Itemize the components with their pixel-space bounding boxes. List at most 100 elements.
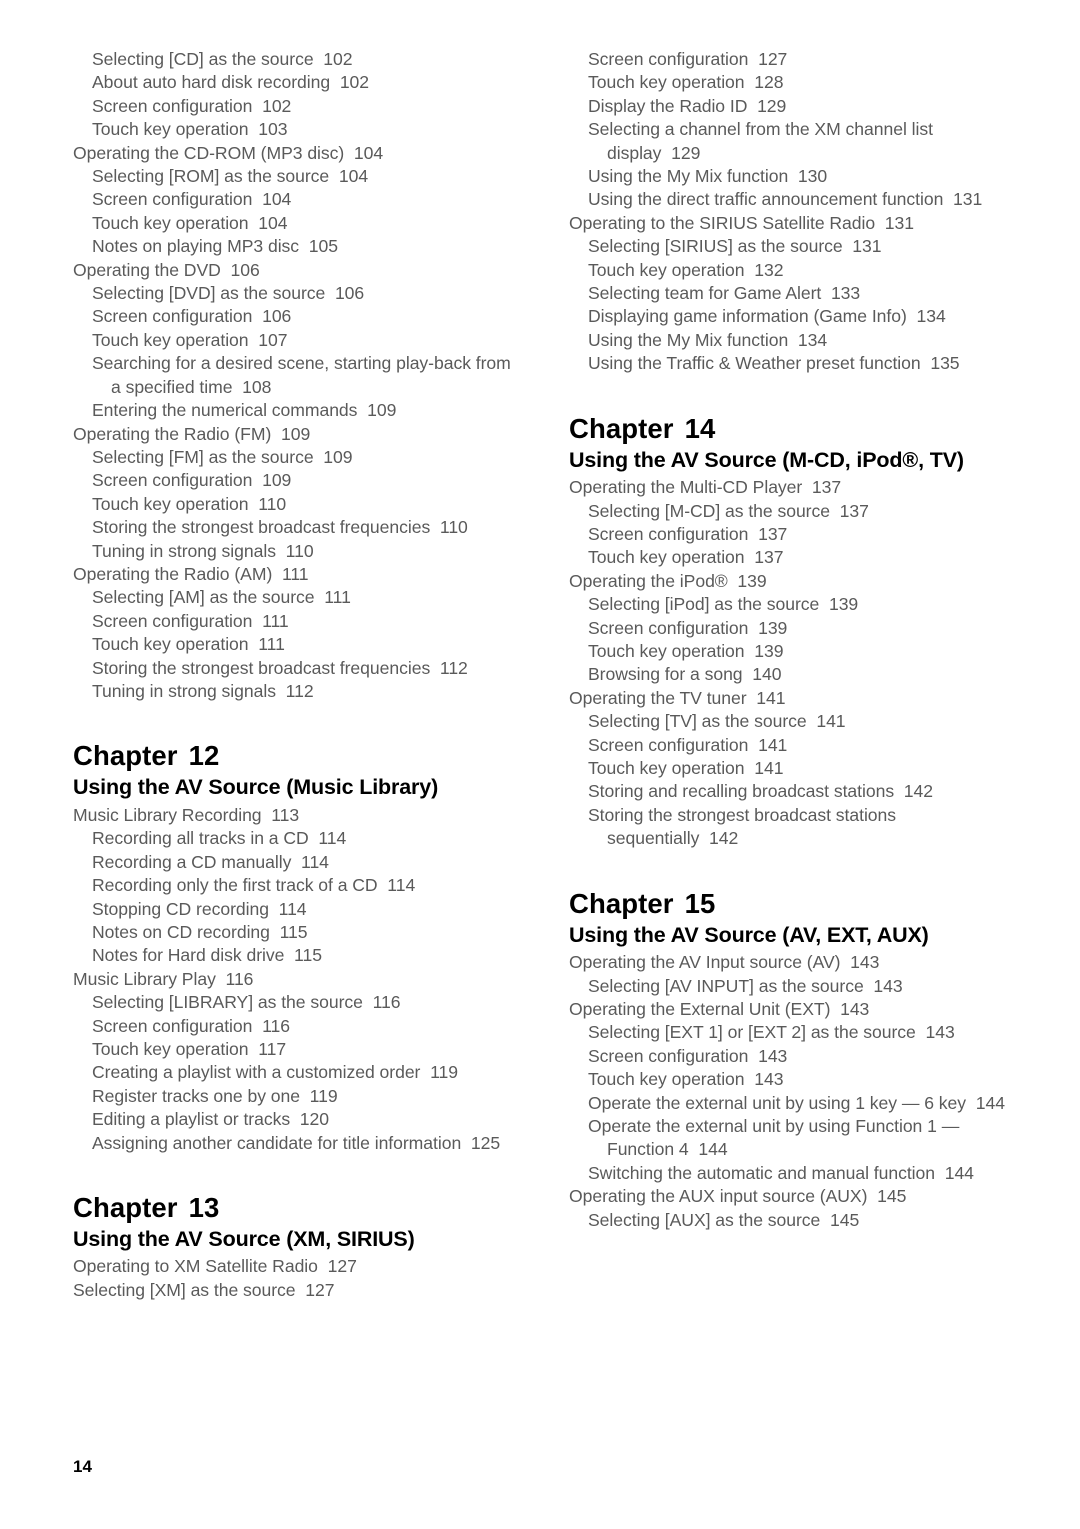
toc-entry-title: Selecting [AV INPUT] as the source [588,975,864,996]
toc-entry[interactable]: Storing and recalling broadcast stations… [569,780,1021,803]
toc-entry[interactable]: Selecting [AV INPUT] as the source 143 [569,975,1021,998]
toc-entry[interactable]: Tuning in strong signals 110 [73,540,525,563]
toc-entry-title: Recording a CD manually [92,851,292,872]
toc-entry[interactable]: Displaying game information (Game Info) 1… [569,305,1021,328]
toc-entry-title: Entering the numerical commands [92,400,358,421]
toc-entry[interactable]: Music Library Recording 113 [73,804,525,827]
toc-entry[interactable]: Using the My Mix function 130 [569,165,1021,188]
toc-entry-title: Operating the External Unit (EXT) [569,999,831,1019]
toc-entry[interactable]: About auto hard disk recording 102 [73,71,525,94]
toc-entry[interactable]: Storing the strongest broadcast frequenc… [73,516,525,539]
toc-entry[interactable]: Selecting a channel from the XM channel … [569,118,1021,165]
toc-entry[interactable]: Display the Radio ID 129 [569,95,1021,118]
toc-entry[interactable]: Operating the CD-ROM (MP3 disc) 104 [73,142,525,165]
toc-entry[interactable]: Touch key operation 128 [569,71,1021,94]
toc-entry[interactable]: Storing the strongest broadcast stations… [569,804,1021,851]
toc-entry[interactable]: Touch key operation 117 [73,1038,525,1061]
toc-entry[interactable]: Selecting [AM] as the source 111 [73,586,525,609]
toc-list-chapter-15: Operating the AV Input source (AV) 143 Sel… [569,951,1021,1232]
toc-entry[interactable]: Notes for Hard disk drive 115 [73,944,525,967]
toc-entry[interactable]: Using the Traffic & Weather preset funct… [569,352,1021,375]
toc-entry[interactable]: Screen configuration 109 [73,469,525,492]
toc-entry[interactable]: Operating the Radio (FM) 109 [73,423,525,446]
toc-entry[interactable]: Selecting [EXT 1] or [EXT 2] as the sour… [569,1021,1021,1044]
page-number: 14 [73,1457,92,1476]
toc-entry[interactable]: Operating the TV tuner 141 [569,687,1021,710]
toc-entry[interactable]: Selecting [CD] as the source 102 [73,48,525,71]
toc-entry[interactable]: Recording all tracks in a CD 114 [73,827,525,850]
toc-entry[interactable]: Touch key operation 110 [73,493,525,516]
toc-list-chapter-14: Operating the Multi-CD Player 137 Selectin… [569,476,1021,851]
toc-entry[interactable]: Tuning in strong signals 112 [73,680,525,703]
toc-entry[interactable]: Recording a CD manually 114 [73,851,525,874]
toc-entry[interactable]: Music Library Play 116 [73,968,525,991]
toc-entry[interactable]: Using the My Mix function 134 [569,329,1021,352]
toc-entry-title: Selecting [SIRIUS] as the source [588,236,843,257]
toc-entry-page-number: 120 [299,1109,329,1130]
toc-entry[interactable]: Screen configuration 139 [569,617,1021,640]
chapter-block-15: Chapter 15 Using the AV Source (AV, EXT, … [569,887,1021,1232]
toc-entry[interactable]: Touch key operation 139 [569,640,1021,663]
toc-entry[interactable]: Selecting [TV] as the source 141 [569,710,1021,733]
toc-entry[interactable]: Screen configuration 137 [569,523,1021,546]
toc-entry[interactable]: Screen configuration 104 [73,188,525,211]
toc-entry[interactable]: Storing the strongest broadcast frequenc… [73,657,525,680]
toc-entry[interactable]: Editing a playlist or tracks 120 [73,1108,525,1131]
toc-entry[interactable]: Selecting [iPod] as the source 139 [569,593,1021,616]
toc-entry[interactable]: Operating the DVD 106 [73,259,525,282]
toc-entry-page-number: 113 [271,804,300,825]
toc-entry[interactable]: Switching the automatic and manual funct… [569,1162,1021,1185]
toc-entry[interactable]: Selecting [DVD] as the source 106 [73,282,525,305]
toc-entry[interactable]: Screen configuration 111 [73,610,525,633]
toc-entry[interactable]: Notes on CD recording 115 [73,921,525,944]
toc-entry[interactable]: Notes on playing MP3 disc 105 [73,235,525,258]
toc-entry[interactable]: Operating the AUX input source (AUX) 145 [569,1185,1021,1208]
toc-entry[interactable]: Selecting [LIBRARY] as the source 116 [73,991,525,1014]
chapter-14-number-value: 14 [684,412,716,444]
toc-entry[interactable]: Touch key operation 132 [569,259,1021,282]
toc-entry[interactable]: Screen configuration 102 [73,95,525,118]
toc-entry[interactable]: Using the direct traffic announcement fu… [569,188,1021,211]
toc-entry[interactable]: Touch key operation 103 [73,118,525,141]
toc-entry[interactable]: Touch key operation 111 [73,633,525,656]
toc-entry-title: Creating a playlist with a customized or… [92,1062,421,1083]
toc-entry[interactable]: Operating to XM Satellite Radio 127 [73,1255,525,1278]
toc-entry[interactable]: Screen configuration 116 [73,1015,525,1038]
toc-entry[interactable]: Selecting [XM] as the source 127 [73,1279,525,1302]
toc-entry[interactable]: Operating the AV Input source (AV) 143 [569,951,1021,974]
toc-entry[interactable]: Operating the iPod® 139 [569,570,1021,593]
toc-entry[interactable]: Operate the external unit by using Funct… [569,1115,1021,1162]
toc-entry[interactable]: Selecting [SIRIUS] as the source 131 [569,235,1021,258]
toc-entry-page-number: 145 [877,1186,907,1207]
toc-entry[interactable]: Screen configuration 141 [569,734,1021,757]
toc-entry[interactable]: Searching for a desired scene, starting … [73,352,525,399]
toc-entry[interactable]: Screen configuration 127 [569,48,1021,71]
toc-entry-title: Screen configuration [92,306,253,327]
chapter-15-title: Using the AV Source (AV, EXT, AUX) [569,922,929,947]
toc-entry[interactable]: Operating the Radio (AM) 111 [73,563,525,586]
toc-entry[interactable]: Selecting [M-CD] as the source 137 [569,500,1021,523]
toc-entry[interactable]: Selecting [ROM] as the source 104 [73,165,525,188]
toc-entry[interactable]: Creating a playlist with a customized or… [73,1061,525,1084]
toc-entry[interactable]: Touch key operation 107 [73,329,525,352]
toc-entry[interactable]: Selecting [AUX] as the source 145 [569,1209,1021,1232]
toc-entry[interactable]: Operating the External Unit (EXT) 143 [569,998,1021,1021]
toc-entry[interactable]: Touch key operation 141 [569,757,1021,780]
toc-entry[interactable]: Entering the numerical commands 109 [73,399,525,422]
toc-entry[interactable]: Screen configuration 106 [73,305,525,328]
toc-entry[interactable]: Operating to the SIRIUS Satellite Radio 1… [569,212,1021,235]
toc-entry[interactable]: Register tracks one by one 119 [73,1085,525,1108]
toc-entry[interactable]: Stopping CD recording 114 [73,898,525,921]
toc-entry[interactable]: Browsing for a song 140 [569,663,1021,686]
toc-entry[interactable]: Recording only the first track of a CD 11… [73,874,525,897]
toc-entry[interactable]: Touch key operation 104 [73,212,525,235]
chapter-block-14: Chapter 14 Using the AV Source (M-CD, iPo… [569,412,1021,851]
toc-entry[interactable]: Selecting [FM] as the source 109 [73,446,525,469]
toc-entry[interactable]: Assigning another candidate for title in… [73,1132,525,1155]
toc-entry[interactable]: Selecting team for Game Alert 133 [569,282,1021,305]
toc-entry[interactable]: Touch key operation 137 [569,546,1021,569]
toc-entry[interactable]: Touch key operation 143 [569,1068,1021,1091]
toc-entry[interactable]: Operating the Multi-CD Player 137 [569,476,1021,499]
toc-entry[interactable]: Screen configuration 143 [569,1045,1021,1068]
toc-entry[interactable]: Operate the external unit by using 1 key… [569,1092,1021,1115]
